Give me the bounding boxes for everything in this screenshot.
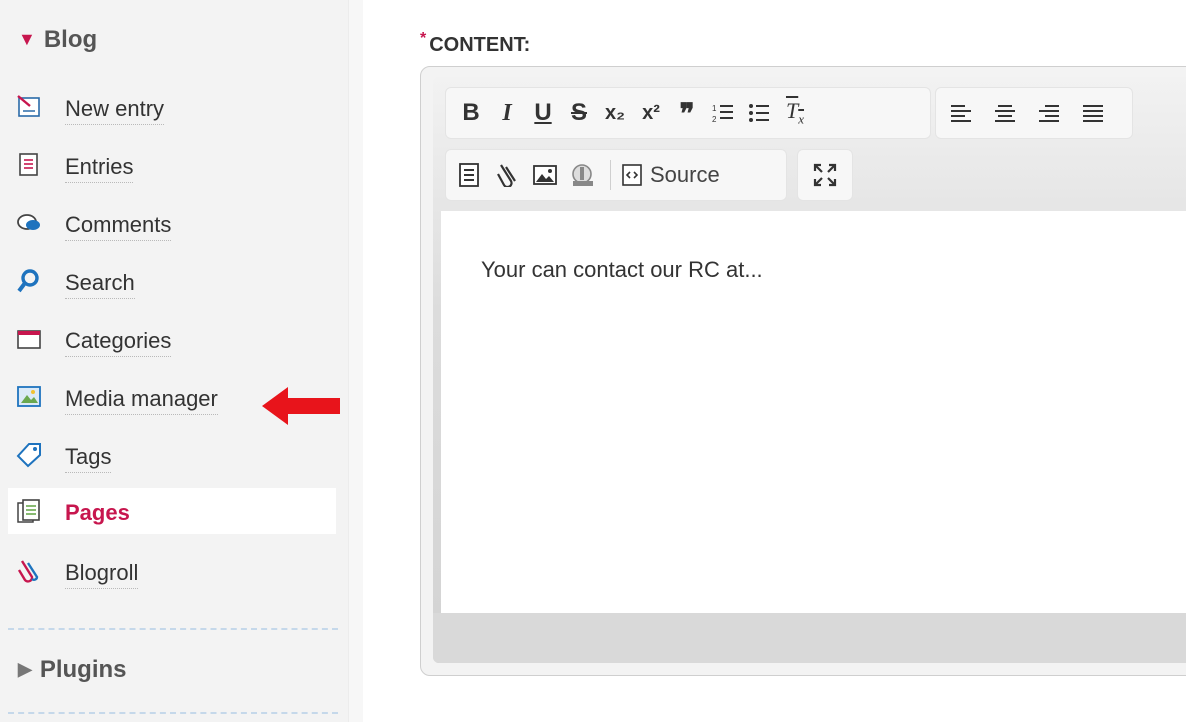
- superscript-glyph: x²: [642, 101, 660, 124]
- strike-glyph: S: [570, 99, 587, 126]
- bulleted-list-icon: [749, 104, 769, 122]
- italic-glyph: I: [502, 99, 512, 126]
- comments-icon: [17, 214, 40, 230]
- pages-icon: [17, 499, 40, 523]
- sidebar-item-blogroll[interactable]: Blogroll: [8, 548, 336, 594]
- remove-format-button[interactable]: Tx: [778, 88, 812, 138]
- strikethrough-button[interactable]: S: [562, 88, 596, 138]
- rich-text-editor: B I U S x₂ x² ❞ 1 2 Tx Source Your can c…: [420, 66, 1186, 676]
- sidebar-item-pages[interactable]: Pages: [8, 488, 336, 534]
- image-button[interactable]: [528, 150, 562, 200]
- link-button[interactable]: [490, 150, 524, 200]
- search-icon: [17, 269, 39, 293]
- bold-glyph: B: [462, 99, 480, 126]
- bulleted-list-button[interactable]: [742, 88, 776, 138]
- remove-format-icon: Tx: [785, 98, 805, 127]
- content-field-label: * CONTENT:: [420, 30, 530, 57]
- sidebar-item-new-entry[interactable]: New entry: [8, 84, 336, 130]
- toolbar-group-basicstyles: B I U S x₂ x² ❞ 1 2 Tx: [445, 87, 931, 139]
- sidebar-item-label: Pages: [65, 500, 130, 525]
- align-right-icon: [1039, 105, 1059, 122]
- quote-icon: ❞: [679, 97, 695, 129]
- red-arrow-annotation: [262, 387, 340, 425]
- categories-icon: [17, 330, 41, 349]
- subscript-button[interactable]: x₂: [598, 88, 632, 138]
- blog-section-toggle[interactable]: ▼ Blog: [18, 26, 97, 54]
- bold-button[interactable]: B: [454, 88, 488, 138]
- sidebar-item-label: Entries: [65, 154, 134, 183]
- superscript-button[interactable]: x²: [634, 88, 668, 138]
- source-button[interactable]: Source: [622, 150, 772, 200]
- sidebar-item-label: Tags: [65, 444, 112, 473]
- sidebar: ▼ Blog New entry Entries Comments Search…: [0, 0, 363, 722]
- editor-chrome: B I U S x₂ x² ❞ 1 2 Tx Source Your can c…: [433, 77, 1186, 663]
- content-label-text: CONTENT:: [429, 34, 531, 56]
- entries-icon: [19, 153, 38, 176]
- editor-content-area[interactable]: Your can contact our RC at...: [441, 211, 1186, 613]
- align-center-icon: [995, 105, 1015, 122]
- tag-icon: [16, 443, 41, 468]
- sidebar-divider: [8, 628, 338, 630]
- sidebar-divider: [8, 712, 338, 714]
- blogroll-icon: [17, 560, 39, 583]
- blog-section-title: Blog: [43, 26, 98, 53]
- expand-triangle-icon: ▶: [18, 659, 32, 679]
- sidebar-item-label: New entry: [65, 96, 165, 125]
- new-entry-icon: [17, 95, 40, 117]
- media-embed-icon: [572, 164, 593, 186]
- maximize-button[interactable]: [808, 150, 842, 200]
- subscript-glyph: x₂: [604, 101, 625, 124]
- editor-bottom-bar: [433, 613, 1186, 663]
- sidebar-item-tags[interactable]: Tags: [8, 432, 336, 478]
- align-center-button[interactable]: [988, 88, 1022, 138]
- plugins-section-toggle[interactable]: ▶ Plugins: [18, 656, 127, 684]
- align-left-button[interactable]: [944, 88, 978, 138]
- editor-content-text[interactable]: Your can contact our RC at...: [481, 257, 763, 283]
- image-icon: [533, 165, 557, 185]
- italic-button[interactable]: I: [490, 88, 524, 138]
- sidebar-item-label: Comments: [65, 212, 172, 241]
- toolbar-separator: [610, 160, 611, 190]
- sidebar-item-entries[interactable]: Entries: [8, 142, 336, 188]
- justify-button[interactable]: [1076, 88, 1110, 138]
- underline-button[interactable]: U: [526, 88, 560, 138]
- svg-text:1: 1: [712, 104, 717, 113]
- collapse-triangle-icon: ▼: [18, 29, 36, 49]
- plugins-section-title: Plugins: [39, 656, 127, 683]
- numbered-list-button[interactable]: 1 2: [706, 88, 740, 138]
- sidebar-item-label: Categories: [65, 328, 172, 357]
- sidebar-item-label: Blogroll: [65, 560, 139, 589]
- blockquote-button[interactable]: ❞: [670, 88, 704, 138]
- justify-icon: [1083, 105, 1103, 122]
- media-embed-button[interactable]: [566, 150, 600, 200]
- maximize-icon: [813, 163, 837, 187]
- template-icon: [459, 163, 479, 187]
- toolbar-group-tools: [797, 149, 853, 201]
- sidebar-item-comments[interactable]: Comments: [8, 200, 336, 246]
- link-icon: [497, 164, 516, 187]
- media-icon: [17, 386, 41, 407]
- sidebar-item-label: Search: [65, 270, 135, 299]
- templates-button[interactable]: [452, 150, 486, 200]
- sidebar-item-categories[interactable]: Categories: [8, 316, 336, 362]
- source-button-label: Source: [650, 162, 720, 187]
- toolbar-group-insert: Source: [445, 149, 787, 201]
- toolbar-group-align: [935, 87, 1133, 139]
- sidebar-scroll-strip: [348, 0, 363, 722]
- align-right-button[interactable]: [1032, 88, 1066, 138]
- sidebar-item-label: Media manager: [65, 386, 218, 415]
- underline-glyph: U: [534, 99, 552, 126]
- sidebar-item-search[interactable]: Search: [8, 258, 336, 304]
- required-marker: *: [420, 30, 427, 47]
- source-icon: [622, 164, 642, 186]
- align-left-icon: [951, 105, 971, 122]
- numbered-list-icon: 1 2: [712, 104, 733, 124]
- svg-text:2: 2: [712, 115, 717, 124]
